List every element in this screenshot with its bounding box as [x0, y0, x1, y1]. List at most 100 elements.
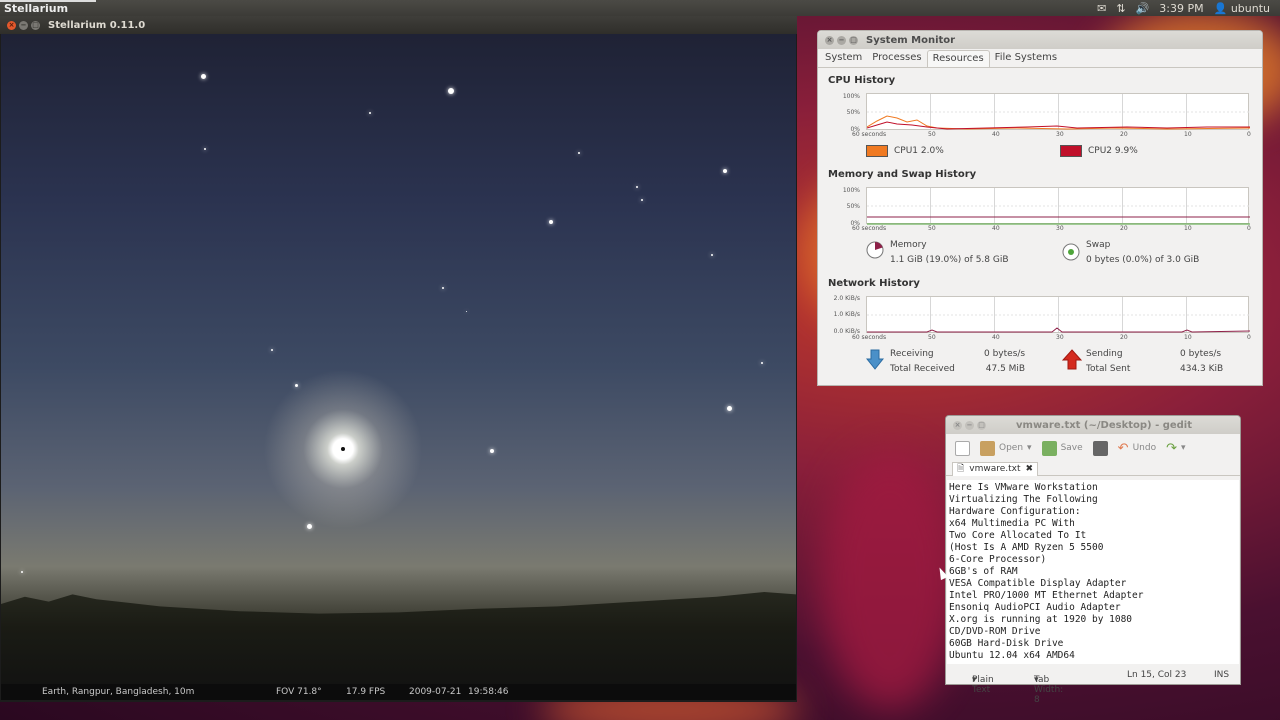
x-tick: 50 — [928, 334, 936, 341]
cpu-graph — [866, 93, 1250, 130]
clock[interactable]: 3:39 PM — [1159, 2, 1203, 15]
memory-pie-icon[interactable] — [866, 241, 884, 259]
cpu-history-heading: CPU History — [828, 75, 896, 86]
document-icon: 🗎 — [957, 464, 965, 474]
cpu1-label: CPU1 2.0% — [894, 146, 944, 156]
active-app-name: Stellarium — [0, 0, 96, 16]
stellarium-window[interactable]: × − □ Stellarium 0.11.0 Earth, Rangpur, … — [0, 16, 797, 702]
tab-resources[interactable]: Resources — [926, 50, 990, 67]
maximize-icon[interactable]: □ — [849, 35, 858, 45]
redo-icon: ↷ — [1166, 440, 1177, 456]
star — [204, 148, 206, 150]
window-title: vmware.txt (~/Desktop) - gedit — [1016, 419, 1193, 431]
editor-line[interactable]: Ensoniq AudioPCI Audio Adapter — [949, 602, 1237, 614]
editor-line[interactable]: CD/DVD-ROM Drive — [949, 626, 1237, 638]
new-document-button[interactable] — [952, 439, 973, 458]
wallpaper-swirl — [820, 450, 960, 710]
x-tick: 30 — [1056, 334, 1064, 341]
minimize-icon[interactable]: − — [965, 420, 974, 430]
editor-line[interactable]: Intel PRO/1000 MT Ethernet Adapter — [949, 590, 1237, 602]
gedit-titlebar[interactable]: × − □ vmware.txt (~/Desktop) - gedit — [946, 416, 1240, 434]
swap-value: 0 bytes (0.0%) of 3.0 GiB — [1086, 255, 1200, 265]
close-icon[interactable]: × — [7, 20, 16, 30]
save-button[interactable]: Save — [1039, 439, 1086, 458]
chevron-down-icon[interactable]: ▾ — [1027, 443, 1032, 453]
y-tick: 50% — [846, 203, 860, 210]
maximize-icon[interactable]: □ — [31, 20, 40, 30]
swap-pie-icon[interactable] — [1062, 243, 1080, 261]
sending-rate: 0 bytes/s — [1180, 349, 1222, 359]
fov-text: FOV 71.8° — [276, 687, 322, 697]
editor-line[interactable]: Two Core Allocated To It — [949, 530, 1237, 542]
close-icon[interactable]: × — [953, 420, 962, 430]
stellarium-titlebar[interactable]: × − □ Stellarium 0.11.0 — [0, 16, 797, 34]
star — [711, 254, 713, 256]
chevron-down-icon[interactable]: ▾ — [1181, 443, 1186, 453]
editor-line[interactable]: Hardware Configuration: — [949, 506, 1237, 518]
new-document-icon — [955, 440, 970, 456]
sky-view[interactable]: Earth, Rangpur, Bangladesh, 10m FOV 71.8… — [1, 34, 796, 700]
redo-button[interactable]: ↷ ▾ — [1163, 439, 1188, 458]
x-tick: 0 — [1247, 131, 1251, 138]
undo-button[interactable]: ↶ Undo — [1115, 439, 1159, 458]
x-tick: 60 seconds — [852, 131, 887, 138]
editor-line[interactable]: Virtualizing The Following — [949, 494, 1237, 506]
editor-line[interactable]: Here Is VMware Workstation — [949, 482, 1237, 494]
editor-line[interactable]: x64 Multimedia PC With — [949, 518, 1237, 530]
user-icon: 👤 — [1213, 1, 1228, 15]
network-icon[interactable]: ⇅ — [1116, 2, 1125, 15]
x-tick: 40 — [992, 334, 1000, 341]
volume-icon[interactable]: 🔊 — [1136, 2, 1150, 15]
star — [442, 287, 444, 289]
sysmon-titlebar[interactable]: × − □ System Monitor — [818, 31, 1262, 49]
insert-mode: INS — [1214, 670, 1230, 680]
close-tab-icon[interactable]: ✖ — [1026, 464, 1034, 474]
gedit-window[interactable]: × − □ vmware.txt (~/Desktop) - gedit Ope… — [945, 415, 1241, 705]
close-icon[interactable]: × — [825, 35, 834, 45]
upload-arrow-icon — [1062, 349, 1082, 370]
save-label: Save — [1060, 443, 1083, 453]
print-button[interactable] — [1090, 439, 1111, 458]
text-editor[interactable]: Here Is VMware Workstation Virtualizing T… — [947, 480, 1239, 664]
total-sent-label: Total Sent — [1086, 364, 1131, 374]
editor-line[interactable]: Ubuntu 12.04 x64 AMD64 — [949, 650, 1237, 662]
editor-line[interactable]: (Host Is A AMD Ryzen 5 5500 — [949, 542, 1237, 554]
system-monitor-window[interactable]: × − □ System Monitor System Processes Re… — [817, 30, 1263, 386]
minimize-icon[interactable]: − — [837, 35, 846, 45]
tab-system[interactable]: System — [820, 50, 867, 67]
editor-line[interactable]: 6GB's of RAM — [949, 566, 1237, 578]
total-received: 47.5 MiB — [985, 364, 1026, 374]
star — [578, 152, 580, 154]
user-menu[interactable]: 👤 ubuntu — [1214, 2, 1270, 15]
total-sent: 434.3 KiB — [1180, 364, 1224, 374]
star — [448, 88, 454, 94]
x-tick: 10 — [1184, 225, 1192, 232]
star — [271, 349, 273, 351]
maximize-icon[interactable]: □ — [977, 420, 986, 430]
star — [201, 74, 206, 79]
cursor-position: Ln 15, Col 23 — [1127, 670, 1187, 680]
minimize-icon[interactable]: − — [19, 20, 28, 30]
editor-line[interactable]: VESA Compatible Display Adapter — [949, 578, 1237, 590]
editor-line[interactable]: X.org is running at 1920 by 1080 — [949, 614, 1237, 626]
tab-processes[interactable]: Processes — [867, 50, 926, 67]
sending-info: Sending Total Sent — [1086, 347, 1130, 377]
x-tick: 20 — [1120, 334, 1128, 341]
cpu2-color-swatch[interactable] — [1060, 145, 1082, 157]
editor-line[interactable]: 60GB Hard-Disk Drive — [949, 638, 1237, 650]
editor-line[interactable]: 6-Core Processor) — [949, 554, 1237, 566]
star — [727, 406, 732, 411]
mail-icon[interactable]: ✉ — [1097, 2, 1106, 15]
tab-file-systems[interactable]: File Systems — [990, 50, 1062, 67]
chevron-down-icon: ▾ — [972, 675, 977, 685]
document-tab[interactable]: 🗎 vmware.txt ✖ — [952, 461, 1039, 476]
undo-icon: ↶ — [1117, 440, 1129, 456]
open-button[interactable]: Open ▾ — [977, 439, 1035, 458]
network-history-heading: Network History — [828, 278, 920, 289]
save-icon — [1041, 440, 1057, 456]
receiving-rate: 0 bytes/s — [984, 349, 1026, 359]
x-tick: 10 — [1184, 131, 1192, 138]
gedit-status-bar: Plain Text ▾ Tab Width: 8 ▾ Ln 15, Col 2… — [946, 666, 1240, 705]
cpu1-color-swatch[interactable] — [866, 145, 888, 157]
window-title: Stellarium 0.11.0 — [48, 19, 146, 31]
